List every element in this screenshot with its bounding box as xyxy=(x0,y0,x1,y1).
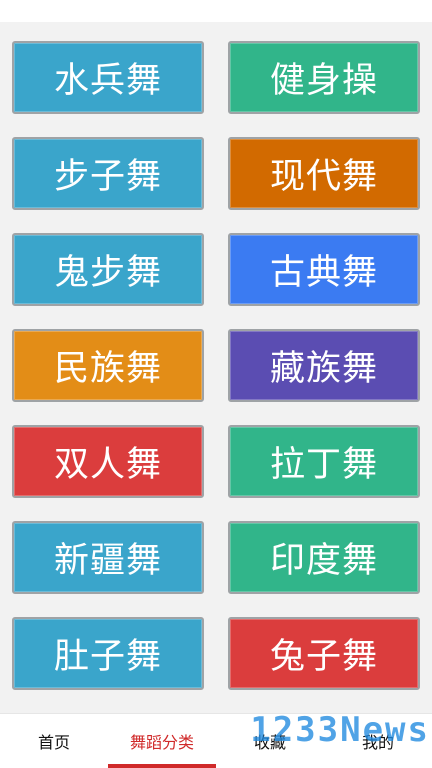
tile-label: 新疆舞 xyxy=(53,541,162,581)
tab-label: 我的 xyxy=(361,733,394,752)
category-tile-shuangrenwu[interactable]: 双人舞 xyxy=(12,425,204,498)
category-tile-jianshencao[interactable]: 健身操 xyxy=(228,41,420,114)
category-tile-ladingwu[interactable]: 拉丁舞 xyxy=(228,425,420,498)
tab-label: 收藏 xyxy=(253,733,286,752)
category-tile-shuibingwu[interactable]: 水兵舞 xyxy=(12,41,204,114)
category-tile-xinjiangwu[interactable]: 新疆舞 xyxy=(12,521,204,594)
tab-dance-categories[interactable]: 舞蹈分类 xyxy=(108,714,216,768)
tile-label: 肚子舞 xyxy=(53,637,162,677)
tab-label: 舞蹈分类 xyxy=(129,733,194,752)
category-tile-zangzuwu[interactable]: 藏族舞 xyxy=(228,329,420,402)
tab-favorites[interactable]: 收藏 xyxy=(216,714,324,768)
tile-label: 双人舞 xyxy=(53,445,162,485)
tile-label: 步子舞 xyxy=(53,157,162,197)
tile-label: 鬼步舞 xyxy=(53,253,162,293)
tile-label: 藏族舞 xyxy=(269,349,378,389)
tile-label: 兔子舞 xyxy=(269,637,378,677)
category-tile-buziwu[interactable]: 步子舞 xyxy=(12,137,204,210)
category-tile-gudianwu[interactable]: 古典舞 xyxy=(228,233,420,306)
tile-label: 健身操 xyxy=(269,61,378,101)
bottom-tab-bar: 首页 舞蹈分类 收藏 我的 xyxy=(0,713,432,768)
status-bar xyxy=(0,0,432,22)
tile-label: 拉丁舞 xyxy=(269,445,378,485)
category-tile-yinduwu[interactable]: 印度舞 xyxy=(228,521,420,594)
tab-label: 首页 xyxy=(37,733,70,752)
tile-label: 水兵舞 xyxy=(53,61,162,101)
category-tile-xiandaiwu[interactable]: 现代舞 xyxy=(228,137,420,210)
category-tile-guibuwu[interactable]: 鬼步舞 xyxy=(12,233,204,306)
tile-label: 现代舞 xyxy=(269,157,378,197)
tile-label: 民族舞 xyxy=(53,349,162,389)
tab-home[interactable]: 首页 xyxy=(0,714,108,768)
tile-label: 印度舞 xyxy=(269,541,378,581)
category-tile-minzuwu[interactable]: 民族舞 xyxy=(12,329,204,402)
category-tile-tuziwu[interactable]: 兔子舞 xyxy=(228,617,420,690)
tab-mine[interactable]: 我的 xyxy=(324,714,432,768)
tile-label: 古典舞 xyxy=(269,253,378,293)
category-grid: 水兵舞 健身操 步子舞 现代舞 鬼步舞 古典舞 民族舞 藏族舞 双人舞 拉丁舞 … xyxy=(0,41,432,690)
category-tile-duziwu[interactable]: 肚子舞 xyxy=(12,617,204,690)
